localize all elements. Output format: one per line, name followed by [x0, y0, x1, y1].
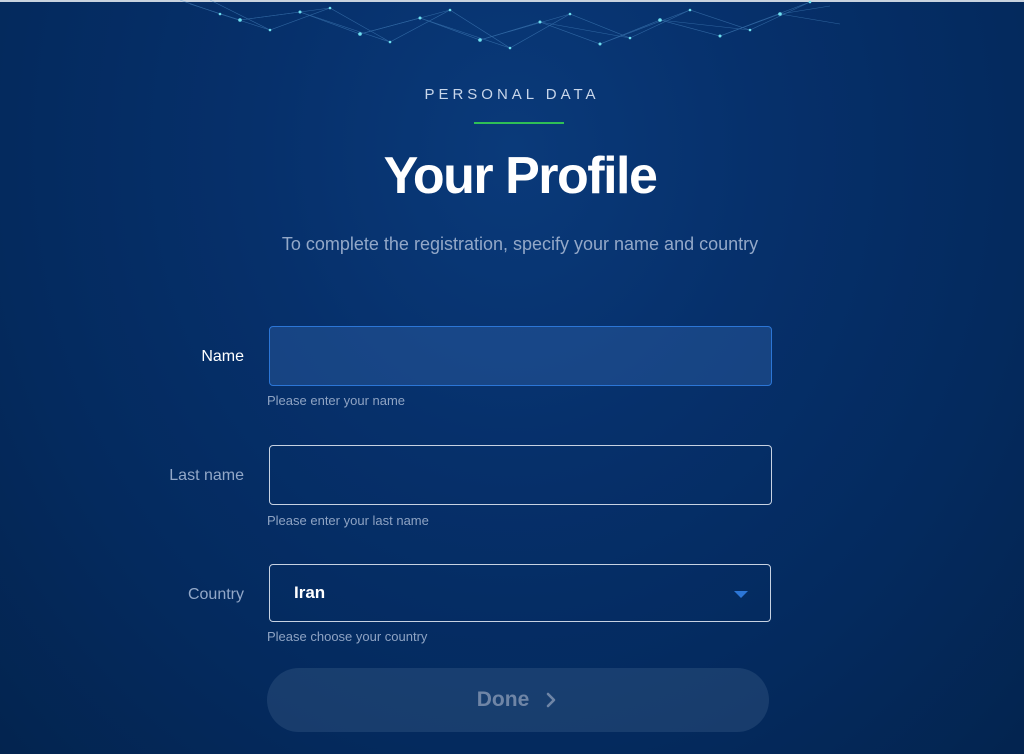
last-name-hint: Please enter your last name — [267, 513, 429, 528]
name-input[interactable] — [269, 326, 772, 386]
page-subtitle: To complete the registration, specify yo… — [281, 234, 759, 254]
chevron-right-icon — [546, 692, 556, 708]
last-name-label: Last name — [169, 467, 244, 484]
last-name-input[interactable] — [269, 445, 772, 505]
country-select[interactable]: Iran — [269, 564, 771, 622]
eyebrow-underline — [474, 122, 564, 124]
chevron-down-icon — [734, 591, 748, 598]
section-eyebrow: PERSONAL DATA — [424, 86, 600, 103]
name-label: Name — [201, 348, 244, 365]
done-button[interactable]: Done — [267, 668, 769, 732]
name-hint: Please enter your name — [267, 393, 406, 408]
page-title: Your Profile — [383, 147, 658, 205]
done-button-label: Done — [476, 688, 530, 711]
country-selected-value: Iran — [294, 583, 326, 602]
country-hint: Please choose your country — [267, 629, 428, 644]
country-label: Country — [187, 586, 244, 603]
network-decoration — [180, 0, 840, 50]
